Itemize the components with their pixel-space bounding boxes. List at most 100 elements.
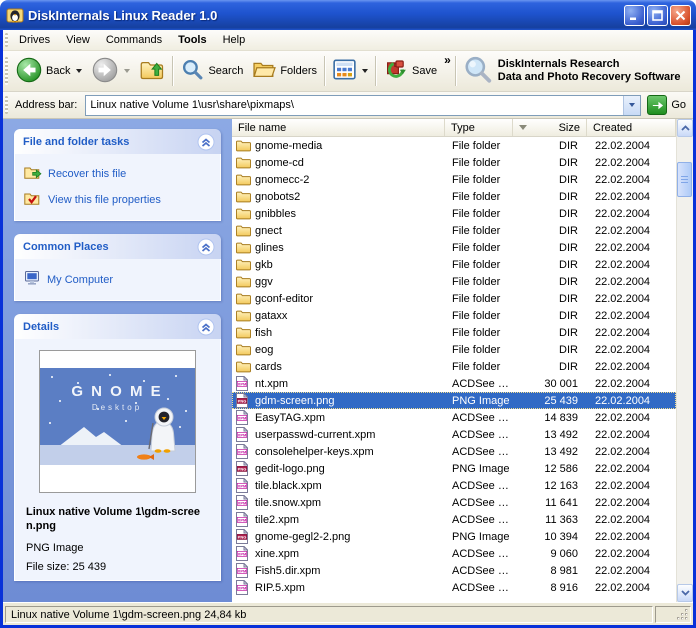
address-dropdown-button[interactable]	[623, 96, 640, 115]
file-row[interactable]: eogFile folderDIR22.02.2004	[232, 341, 676, 358]
addressbar-grip[interactable]	[5, 96, 8, 114]
file-created-cell: 22.02.2004	[587, 378, 676, 390]
back-button[interactable]: Back	[11, 55, 87, 88]
menu-item-tools[interactable]: Tools	[170, 32, 215, 48]
file-row[interactable]: XPMRIP.5.xpmACDSee …8 91622.02.2004	[232, 579, 676, 596]
file-row[interactable]: fishFile folderDIR22.02.2004	[232, 324, 676, 341]
file-row[interactable]: XPMnt.xpmACDSee …30 00122.02.2004	[232, 375, 676, 392]
collapse-chevron-icon[interactable]	[197, 238, 215, 256]
minimize-button[interactable]	[624, 5, 645, 26]
file-row[interactable]: XPMFish5.dir.xpmACDSee …8 98122.02.2004	[232, 562, 676, 579]
file-row[interactable]: gnectFile folderDIR22.02.2004	[232, 222, 676, 239]
scrollbar-thumb[interactable]	[677, 162, 692, 197]
resize-grip[interactable]	[676, 608, 689, 621]
file-row[interactable]: glinesFile folderDIR22.02.2004	[232, 239, 676, 256]
vertical-scrollbar[interactable]	[676, 119, 693, 602]
file-row[interactable]: gnome-cdFile folderDIR22.02.2004	[232, 154, 676, 171]
file-row[interactable]: XPMtile2.xpmACDSee …11 36322.02.2004	[232, 511, 676, 528]
forward-button[interactable]	[87, 55, 135, 88]
folder-icon	[236, 360, 251, 373]
panel-title: Common Places	[23, 241, 109, 253]
file-row[interactable]: XPMtile.snow.xpmACDSee …11 64122.02.2004	[232, 494, 676, 511]
detail-file-size: File size: 25 439	[24, 554, 211, 573]
file-row[interactable]: XPMEasyTAG.xpmACDSee …14 83922.02.2004	[232, 409, 676, 426]
column-header-created[interactable]: Created	[587, 119, 676, 136]
app-penguin-icon	[6, 6, 24, 24]
go-label[interactable]: Go	[671, 99, 688, 111]
scrollbar-track[interactable]	[677, 137, 693, 584]
views-dropdown-arrow[interactable]	[362, 69, 368, 73]
menubar-grip[interactable]	[5, 33, 8, 47]
file-created-cell: 22.02.2004	[587, 480, 676, 492]
view-file-properties-link[interactable]: View this file properties	[24, 187, 211, 213]
svg-text:XPM: XPM	[238, 450, 247, 455]
up-button[interactable]	[135, 55, 170, 87]
svg-text:XPM: XPM	[238, 569, 247, 574]
collapse-chevron-icon[interactable]	[197, 133, 215, 151]
panel-title: File and folder tasks	[23, 136, 129, 148]
details-header[interactable]: Details	[14, 314, 221, 339]
menu-item-commands[interactable]: Commands	[98, 32, 170, 48]
file-type-cell: File folder	[445, 208, 513, 220]
file-created-cell: 22.02.2004	[587, 157, 676, 169]
recover-file-link[interactable]: Recover this file	[24, 161, 211, 187]
close-button[interactable]	[670, 5, 691, 26]
file-row[interactable]: gnibblesFile folderDIR22.02.2004	[232, 205, 676, 222]
search-button[interactable]: Search	[176, 56, 248, 86]
views-button[interactable]	[328, 57, 373, 85]
folder-icon	[236, 139, 251, 152]
file-row[interactable]: XPMxine.xpmACDSee …9 06022.02.2004	[232, 545, 676, 562]
file-row[interactable]: ggvFile folderDIR22.02.2004	[232, 273, 676, 290]
file-created-cell: 22.02.2004	[587, 395, 676, 407]
back-dropdown-arrow[interactable]	[76, 69, 82, 73]
file-row[interactable]: gnomecc-2File folderDIR22.02.2004	[232, 171, 676, 188]
common-places-header[interactable]: Common Places	[14, 234, 221, 259]
file-row[interactable]: gkbFile folderDIR22.02.2004	[232, 256, 676, 273]
address-input[interactable]	[86, 96, 623, 115]
file-type-cell: File folder	[445, 293, 513, 305]
search-icon	[181, 58, 204, 84]
png-icon: PNG	[236, 461, 251, 476]
menu-item-view[interactable]: View	[58, 32, 98, 48]
file-name-label: eog	[255, 344, 273, 356]
folder-icon	[236, 275, 251, 288]
file-folder-tasks-header[interactable]: File and folder tasks	[14, 129, 221, 154]
folders-icon	[253, 58, 276, 84]
save-button[interactable]: Save	[379, 56, 442, 87]
scrollbar-down-button[interactable]	[677, 584, 693, 602]
file-row[interactable]: PNGgnome-gegl2-2.pngPNG Image10 39422.02…	[232, 528, 676, 545]
toolbar-overflow-chevron[interactable]: »	[442, 53, 453, 67]
maximize-button[interactable]	[647, 5, 668, 26]
brand-banner[interactable]: DiskInternals Research Data and Photo Re…	[459, 55, 685, 88]
menu-item-drives[interactable]: Drives	[11, 32, 58, 48]
forward-dropdown-arrow[interactable]	[124, 69, 130, 73]
file-rows: gnome-mediaFile folderDIR22.02.2004gnome…	[232, 137, 676, 602]
file-row[interactable]: gataxxFile folderDIR22.02.2004	[232, 307, 676, 324]
column-header-file-name[interactable]: File name	[232, 119, 445, 136]
file-row[interactable]: cardsFile folderDIR22.02.2004	[232, 358, 676, 375]
file-row[interactable]: XPMtile.black.xpmACDSee …12 16322.02.200…	[232, 477, 676, 494]
file-size-cell: DIR	[513, 276, 587, 288]
file-created-cell: 22.02.2004	[587, 463, 676, 475]
file-row[interactable]: gconf-editorFile folderDIR22.02.2004	[232, 290, 676, 307]
folders-button[interactable]: Folders	[248, 56, 322, 86]
folders-label: Folders	[280, 65, 317, 77]
file-name-label: fish	[255, 327, 272, 339]
scrollbar-up-button[interactable]	[677, 119, 693, 137]
file-row[interactable]: XPMconsolehelper-keys.xpmACDSee …13 4922…	[232, 443, 676, 460]
file-row[interactable]: XPMuserpasswd-current.xpmACDSee …13 4922…	[232, 426, 676, 443]
menu-item-help[interactable]: Help	[215, 32, 254, 48]
file-row[interactable]: PNGgdm-screen.pngPNG Image25 43922.02.20…	[232, 392, 676, 409]
go-button[interactable]	[647, 95, 667, 115]
column-header-type[interactable]: Type	[445, 119, 513, 136]
file-row[interactable]: gnome-mediaFile folderDIR22.02.2004	[232, 137, 676, 154]
my-computer-link[interactable]: My Computer	[24, 266, 211, 293]
file-row[interactable]: PNGgedit-logo.pngPNG Image12 58622.02.20…	[232, 460, 676, 477]
title-bar[interactable]: DiskInternals Linux Reader 1.0	[0, 0, 696, 30]
file-row[interactable]: gnobots2File folderDIR22.02.2004	[232, 188, 676, 205]
collapse-chevron-icon[interactable]	[197, 318, 215, 336]
file-type-cell: File folder	[445, 361, 513, 373]
column-header-size[interactable]: Size	[513, 119, 587, 136]
toolbar-grip[interactable]	[5, 57, 8, 85]
file-name-cell: XPMFish5.dir.xpm	[232, 563, 445, 578]
